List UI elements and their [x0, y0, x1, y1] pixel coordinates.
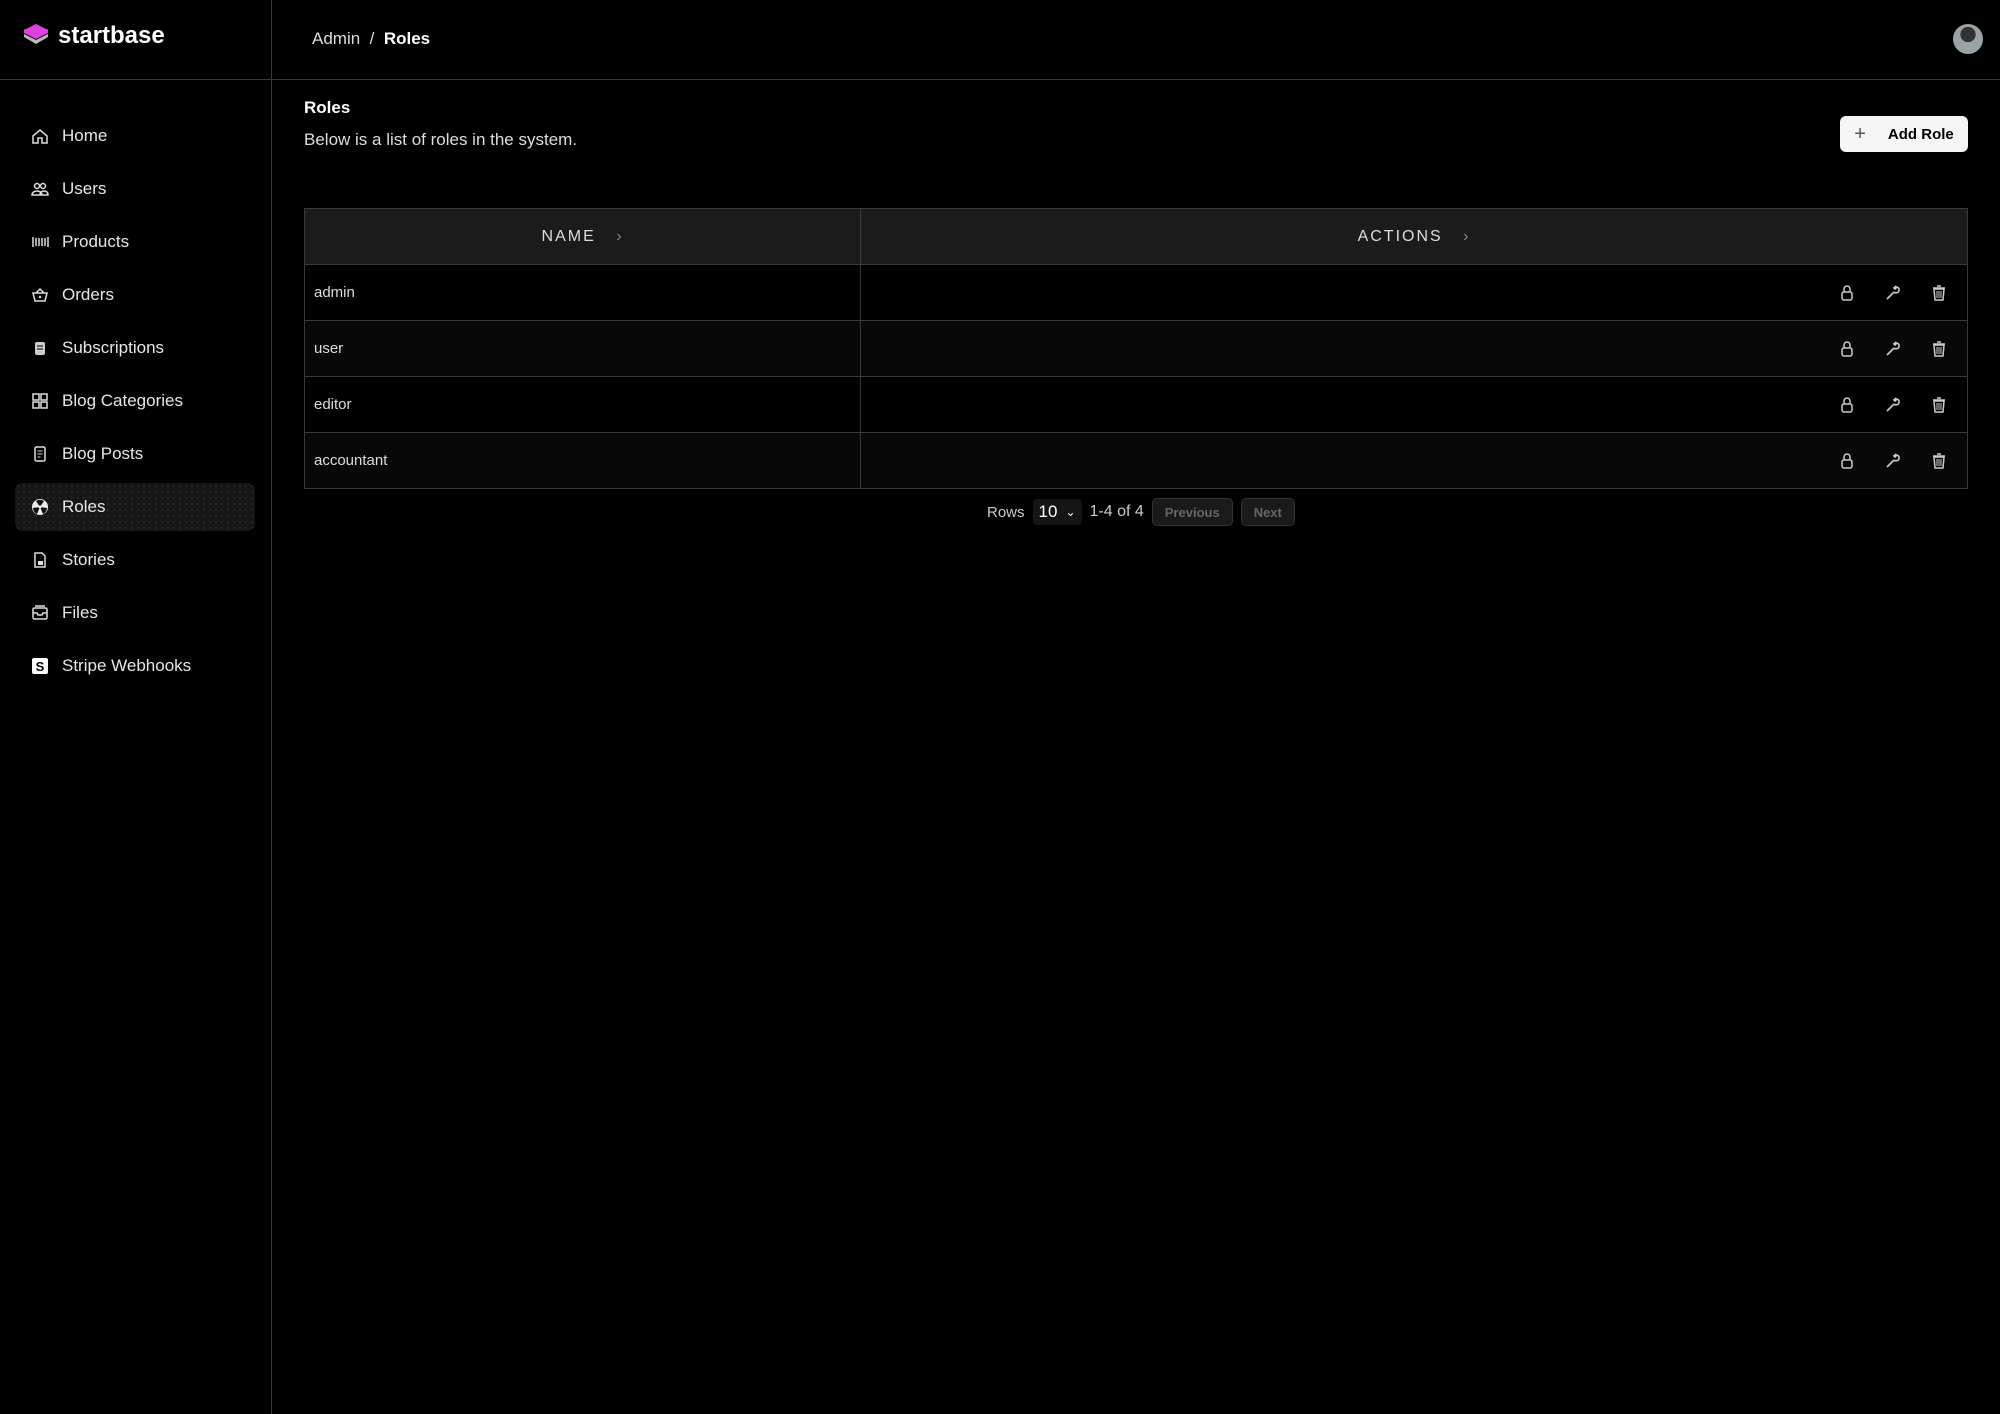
- sidebar-item-blog-categories[interactable]: Blog Categories: [15, 377, 255, 425]
- svg-text:S: S: [36, 659, 45, 674]
- top-header: startbase Admin / Roles: [0, 0, 2000, 80]
- column-name-label: NAME: [541, 227, 596, 245]
- sidebar-item-subscriptions[interactable]: Subscriptions: [15, 324, 255, 372]
- subscriptions-icon: [35, 342, 45, 355]
- trash-icon[interactable]: [1929, 283, 1949, 303]
- breadcrumb-current: Roles: [383, 29, 431, 48]
- basket-icon: [32, 287, 48, 302]
- sidebar-item-orders[interactable]: Orders: [15, 271, 255, 319]
- sidebar-item-stories[interactable]: Stories: [15, 536, 255, 584]
- barcode-icon: [32, 237, 49, 247]
- table-row: admin: [303, 264, 1968, 321]
- sidebar-item-stripe-webhooks[interactable]: S Stripe Webhooks: [15, 642, 255, 690]
- breadcrumb-admin[interactable]: Admin: [312, 29, 360, 48]
- sidebar-item-files[interactable]: Files: [15, 589, 255, 637]
- sidebar-item-label: Users: [62, 179, 107, 198]
- column-actions-label: ACTIONS: [1357, 227, 1443, 245]
- previous-button[interactable]: Previous: [1151, 498, 1233, 526]
- actions-cell: [860, 376, 1968, 433]
- users-icon: [31, 182, 49, 196]
- sidebar-item-label: Stripe Webhooks: [62, 656, 192, 675]
- role-name-cell: editor: [303, 376, 862, 433]
- home-icon: [32, 129, 48, 144]
- roles-table: NAME › ACTIONS › admin user editor accounta…: [303, 208, 1968, 489]
- lock-icon[interactable]: [1837, 283, 1857, 303]
- sidebar-item-label: Stories: [62, 550, 115, 569]
- role-name-cell: user: [303, 320, 862, 377]
- lock-icon[interactable]: [1837, 451, 1857, 471]
- page-description: Below is a list of roles in the system.: [304, 130, 578, 149]
- avatar[interactable]: [1953, 24, 1983, 54]
- chevron-right-icon: ›: [616, 227, 624, 245]
- sidebar-nav: Home Users Products Orders Subscriptions Blog…: [15, 112, 255, 695]
- breadcrumb-separator: /: [369, 29, 375, 48]
- actions-cell: [860, 264, 1968, 321]
- chevron-right-icon: ›: [1463, 227, 1471, 245]
- page-range: 1-4 of 4: [1089, 503, 1144, 520]
- sidebar-item-users[interactable]: Users: [15, 165, 255, 213]
- rows-per-page-select[interactable]: 10 ⌄: [1032, 499, 1082, 525]
- wrench-icon[interactable]: [1883, 339, 1903, 359]
- sidebar-item-label: Products: [62, 232, 130, 251]
- role-name-cell: accountant: [303, 432, 862, 489]
- sidebar-item-roles[interactable]: Roles: [15, 483, 255, 531]
- sidebar-item-label: Orders: [62, 285, 114, 304]
- sidebar: Home Users Products Orders Subscriptions Blog…: [0, 0, 272, 1414]
- next-button[interactable]: Next: [1240, 498, 1295, 526]
- plus-icon: +: [1854, 122, 1866, 145]
- sidebar-item-label: Blog Posts: [62, 444, 144, 463]
- add-role-button[interactable]: + Add Role: [1840, 116, 1968, 152]
- rows-value: 10: [1038, 502, 1058, 521]
- sidebar-item-products[interactable]: Products: [15, 218, 255, 266]
- sidebar-item-label: Roles: [62, 497, 106, 516]
- sidebar-item-label: Blog Categories: [62, 391, 183, 410]
- trash-icon[interactable]: [1929, 451, 1949, 471]
- table-row: accountant: [303, 432, 1968, 489]
- breadcrumb: Admin / Roles: [312, 29, 430, 49]
- trash-icon[interactable]: [1929, 339, 1949, 359]
- chevron-down-icon: ⌄: [1065, 505, 1076, 519]
- page-title: Roles: [304, 98, 351, 117]
- archive-icon: [32, 605, 48, 620]
- stripe-icon: S: [32, 658, 48, 674]
- wrench-icon[interactable]: [1883, 283, 1903, 303]
- document-icon: [34, 446, 46, 462]
- trash-icon[interactable]: [1929, 395, 1949, 415]
- lock-icon[interactable]: [1837, 395, 1857, 415]
- role-name-cell: admin: [303, 264, 862, 321]
- radiation-icon: [32, 499, 48, 515]
- lock-icon[interactable]: [1837, 339, 1857, 359]
- actions-cell: [860, 432, 1968, 489]
- sidebar-item-label: Home: [62, 126, 108, 145]
- file-lock-icon: [34, 552, 46, 568]
- wrench-icon[interactable]: [1883, 451, 1903, 471]
- grid-icon: [32, 393, 48, 409]
- sidebar-item-label: Files: [62, 603, 98, 622]
- sidebar-item-home[interactable]: Home: [15, 112, 255, 160]
- column-header-actions[interactable]: ACTIONS ›: [860, 208, 1968, 265]
- column-header-name[interactable]: NAME ›: [303, 208, 862, 265]
- actions-cell: [860, 320, 1968, 377]
- table-row: user: [303, 320, 1968, 377]
- wrench-icon[interactable]: [1883, 395, 1903, 415]
- sidebar-item-blog-posts[interactable]: Blog Posts: [15, 430, 255, 478]
- sidebar-item-label: Subscriptions: [62, 338, 165, 357]
- add-role-label: Add Role: [1887, 125, 1954, 143]
- pagination: Rows 10 ⌄ 1-4 of 4 Previous Next: [987, 498, 1295, 526]
- table-row: editor: [303, 376, 1968, 433]
- rows-label: Rows: [987, 503, 1025, 521]
